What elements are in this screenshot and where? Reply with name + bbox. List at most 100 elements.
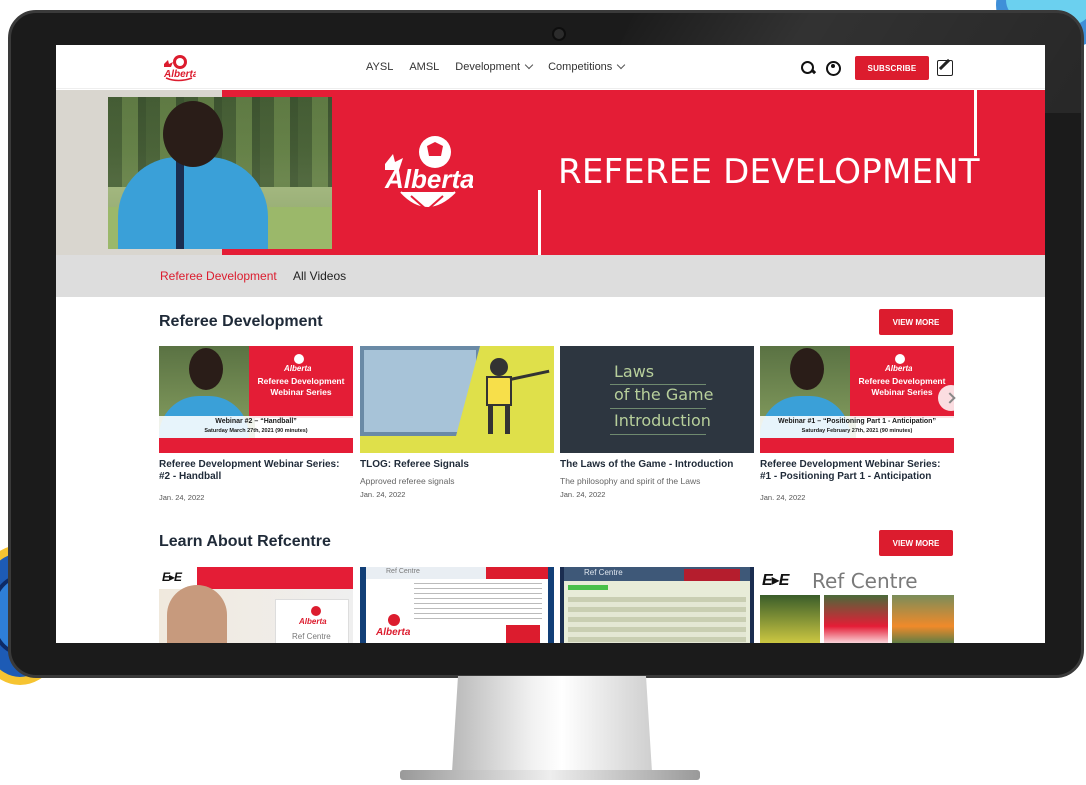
nav-development[interactable]: Development xyxy=(455,60,534,73)
nav-label: Competitions xyxy=(548,61,613,73)
thumb-caption-line1: Webinar #2 – “Handball” xyxy=(215,418,297,425)
card-title-line1: Referee Development Webinar Series: xyxy=(760,459,941,470)
video-card[interactable]: Laws of the Game Introduction The Laws o… xyxy=(560,346,754,499)
referee-head xyxy=(163,101,223,167)
screen: Alberta AYSL AMSL Development Competitio… xyxy=(56,45,1045,643)
video-thumbnail[interactable] xyxy=(360,346,554,453)
thumb-caption-band: Webinar #1 – “Positioning Part 1 - Antic… xyxy=(760,416,954,438)
referee-shirt xyxy=(118,157,268,249)
thumb-head xyxy=(790,348,824,390)
nav-competitions[interactable]: Competitions xyxy=(548,60,626,73)
carousel-next-button[interactable] xyxy=(938,385,964,411)
video-card[interactable]: Alberta Referee Development Webinar Seri… xyxy=(159,346,353,502)
hero-referee-photo xyxy=(108,97,332,249)
thumb-laws-line1: Laws xyxy=(614,362,655,381)
ee-sports-logo: E▸E xyxy=(162,570,182,584)
svg-text:Alberta: Alberta xyxy=(375,627,410,638)
video-thumbnail[interactable]: E▸E Ref Centre xyxy=(760,567,954,643)
monitor-base xyxy=(400,770,700,780)
hero-banner: Alberta REFEREE DEVELOPMENT xyxy=(56,90,1045,255)
ref-centre-label: Ref Centre xyxy=(584,568,623,577)
referee-head-illustration xyxy=(490,358,508,376)
thumb-caption-band: Webinar #2 – “Handball” Saturday March 2… xyxy=(159,416,353,438)
video-thumbnail[interactable]: Alberta Referee Development Webinar Seri… xyxy=(760,346,954,453)
edit-icon[interactable] xyxy=(937,60,953,76)
card-description: The philosophy and spirit of the Laws xyxy=(560,476,701,486)
thumb-divider xyxy=(610,434,706,435)
main-nav: AYSL AMSL Development Competitions xyxy=(366,45,640,89)
referee-body-illustration xyxy=(486,376,512,406)
tab-all-videos[interactable]: All Videos xyxy=(293,269,346,283)
card-date: Jan. 24, 2022 xyxy=(159,493,205,502)
section-title-referee: Referee Development xyxy=(159,313,323,330)
video-card[interactable]: TLOG: Referee Signals Approved referee s… xyxy=(360,346,554,499)
svg-text:Alberta: Alberta xyxy=(283,364,311,373)
chevron-down-icon xyxy=(617,60,626,70)
alberta-logo[interactable]: Alberta xyxy=(160,52,196,82)
card-title[interactable]: TLOG: Referee Signals xyxy=(360,459,554,471)
thumb-head xyxy=(189,348,223,390)
card-title[interactable]: Referee Development Webinar Series: #2 - … xyxy=(159,459,353,483)
hero-divider xyxy=(538,190,541,255)
video-thumbnail[interactable]: E▸E Alberta Ref Centre xyxy=(159,567,353,643)
thumb-caption-line1: Webinar #1 – “Positioning Part 1 - Antic… xyxy=(778,418,936,425)
card-title-line1: Referee Development Webinar Series: xyxy=(159,459,340,470)
nav-amsl[interactable]: AMSL xyxy=(409,61,439,73)
svg-text:Alberta: Alberta xyxy=(884,364,912,373)
thumb-photo xyxy=(760,595,820,643)
thumb-login-box xyxy=(506,625,540,643)
view-more-button[interactable]: VIEW MORE xyxy=(879,530,953,556)
alberta-logo: Alberta xyxy=(283,354,311,373)
stage: Alberta AYSL AMSL Development Competitio… xyxy=(0,0,1086,785)
video-thumbnail[interactable]: Alberta Referee Development Webinar Seri… xyxy=(159,346,353,453)
subscribe-button[interactable]: SUBSCRIBE xyxy=(855,56,929,80)
ref-centre-label: Ref Centre xyxy=(386,568,420,575)
alberta-logo: Alberta xyxy=(298,606,327,626)
thumb-caption-line2: Saturday March 27th, 2021 (90 minutes) xyxy=(204,428,308,434)
video-thumbnail[interactable]: Ref Centre xyxy=(560,567,754,643)
view-more-button[interactable]: VIEW MORE xyxy=(879,309,953,335)
user-icon[interactable] xyxy=(826,60,841,76)
monitor-stand xyxy=(452,676,652,772)
alberta-logo: Alberta xyxy=(384,136,473,212)
thumb-photo xyxy=(892,595,954,643)
thumb-caption-line2: Saturday February 27th, 2021 (90 minutes… xyxy=(801,428,913,434)
card-date: Jan. 24, 2022 xyxy=(760,493,806,502)
thumb-table xyxy=(568,597,746,643)
card-title[interactable]: Referee Development Webinar Series: #1 - … xyxy=(760,459,954,483)
thumb-laws-line3: Introduction xyxy=(614,411,711,430)
nav-label: AMSL xyxy=(409,61,440,73)
video-thumbnail[interactable]: Laws of the Game Introduction xyxy=(560,346,754,453)
search-icon[interactable] xyxy=(800,60,816,76)
video-card[interactable]: Alberta Referee Development Webinar Seri… xyxy=(760,346,954,502)
nav-aysl[interactable]: AYSL xyxy=(366,61,393,73)
video-thumbnail[interactable]: Ref Centre Alberta xyxy=(360,567,554,643)
camera-icon xyxy=(552,27,566,41)
hero-divider xyxy=(974,90,977,156)
thumb-bottom-bar xyxy=(159,438,353,453)
chevron-right-icon xyxy=(943,392,956,404)
card-date: Jan. 24, 2022 xyxy=(360,490,406,499)
category-tabs: Referee Development All Videos xyxy=(56,255,1045,297)
thumb-card: Alberta Ref Centre xyxy=(275,599,349,643)
section-title-refcentre: Learn About Refcentre xyxy=(159,533,331,550)
thumb-laws-line2: of the Game xyxy=(614,385,714,404)
referee-legs-illustration xyxy=(488,406,510,434)
thumb-green-bar xyxy=(568,585,608,590)
tab-referee-development[interactable]: Referee Development xyxy=(160,269,277,283)
card-title-line2: #1 - Positioning Part 1 - Anticipation xyxy=(760,471,932,482)
chevron-down-icon xyxy=(524,60,534,70)
ee-sports-logo: E▸E xyxy=(762,572,789,589)
referee-shirt-stripe xyxy=(176,157,184,249)
nav-label: AYSL xyxy=(366,61,394,73)
nav-label: Development xyxy=(455,61,521,73)
ref-centre-label: Ref Centre xyxy=(292,632,331,641)
card-description: Approved referee signals xyxy=(360,476,455,486)
thumb-divider xyxy=(610,408,706,409)
card-title-line2: #2 - Handball xyxy=(159,471,222,482)
card-title[interactable]: The Laws of the Game - Introduction xyxy=(560,459,754,471)
thumb-person xyxy=(167,585,227,643)
thumb-red-bar xyxy=(486,567,548,579)
header-actions: SUBSCRIBE xyxy=(800,56,953,80)
hero-title: REFEREE DEVELOPMENT xyxy=(558,152,980,192)
